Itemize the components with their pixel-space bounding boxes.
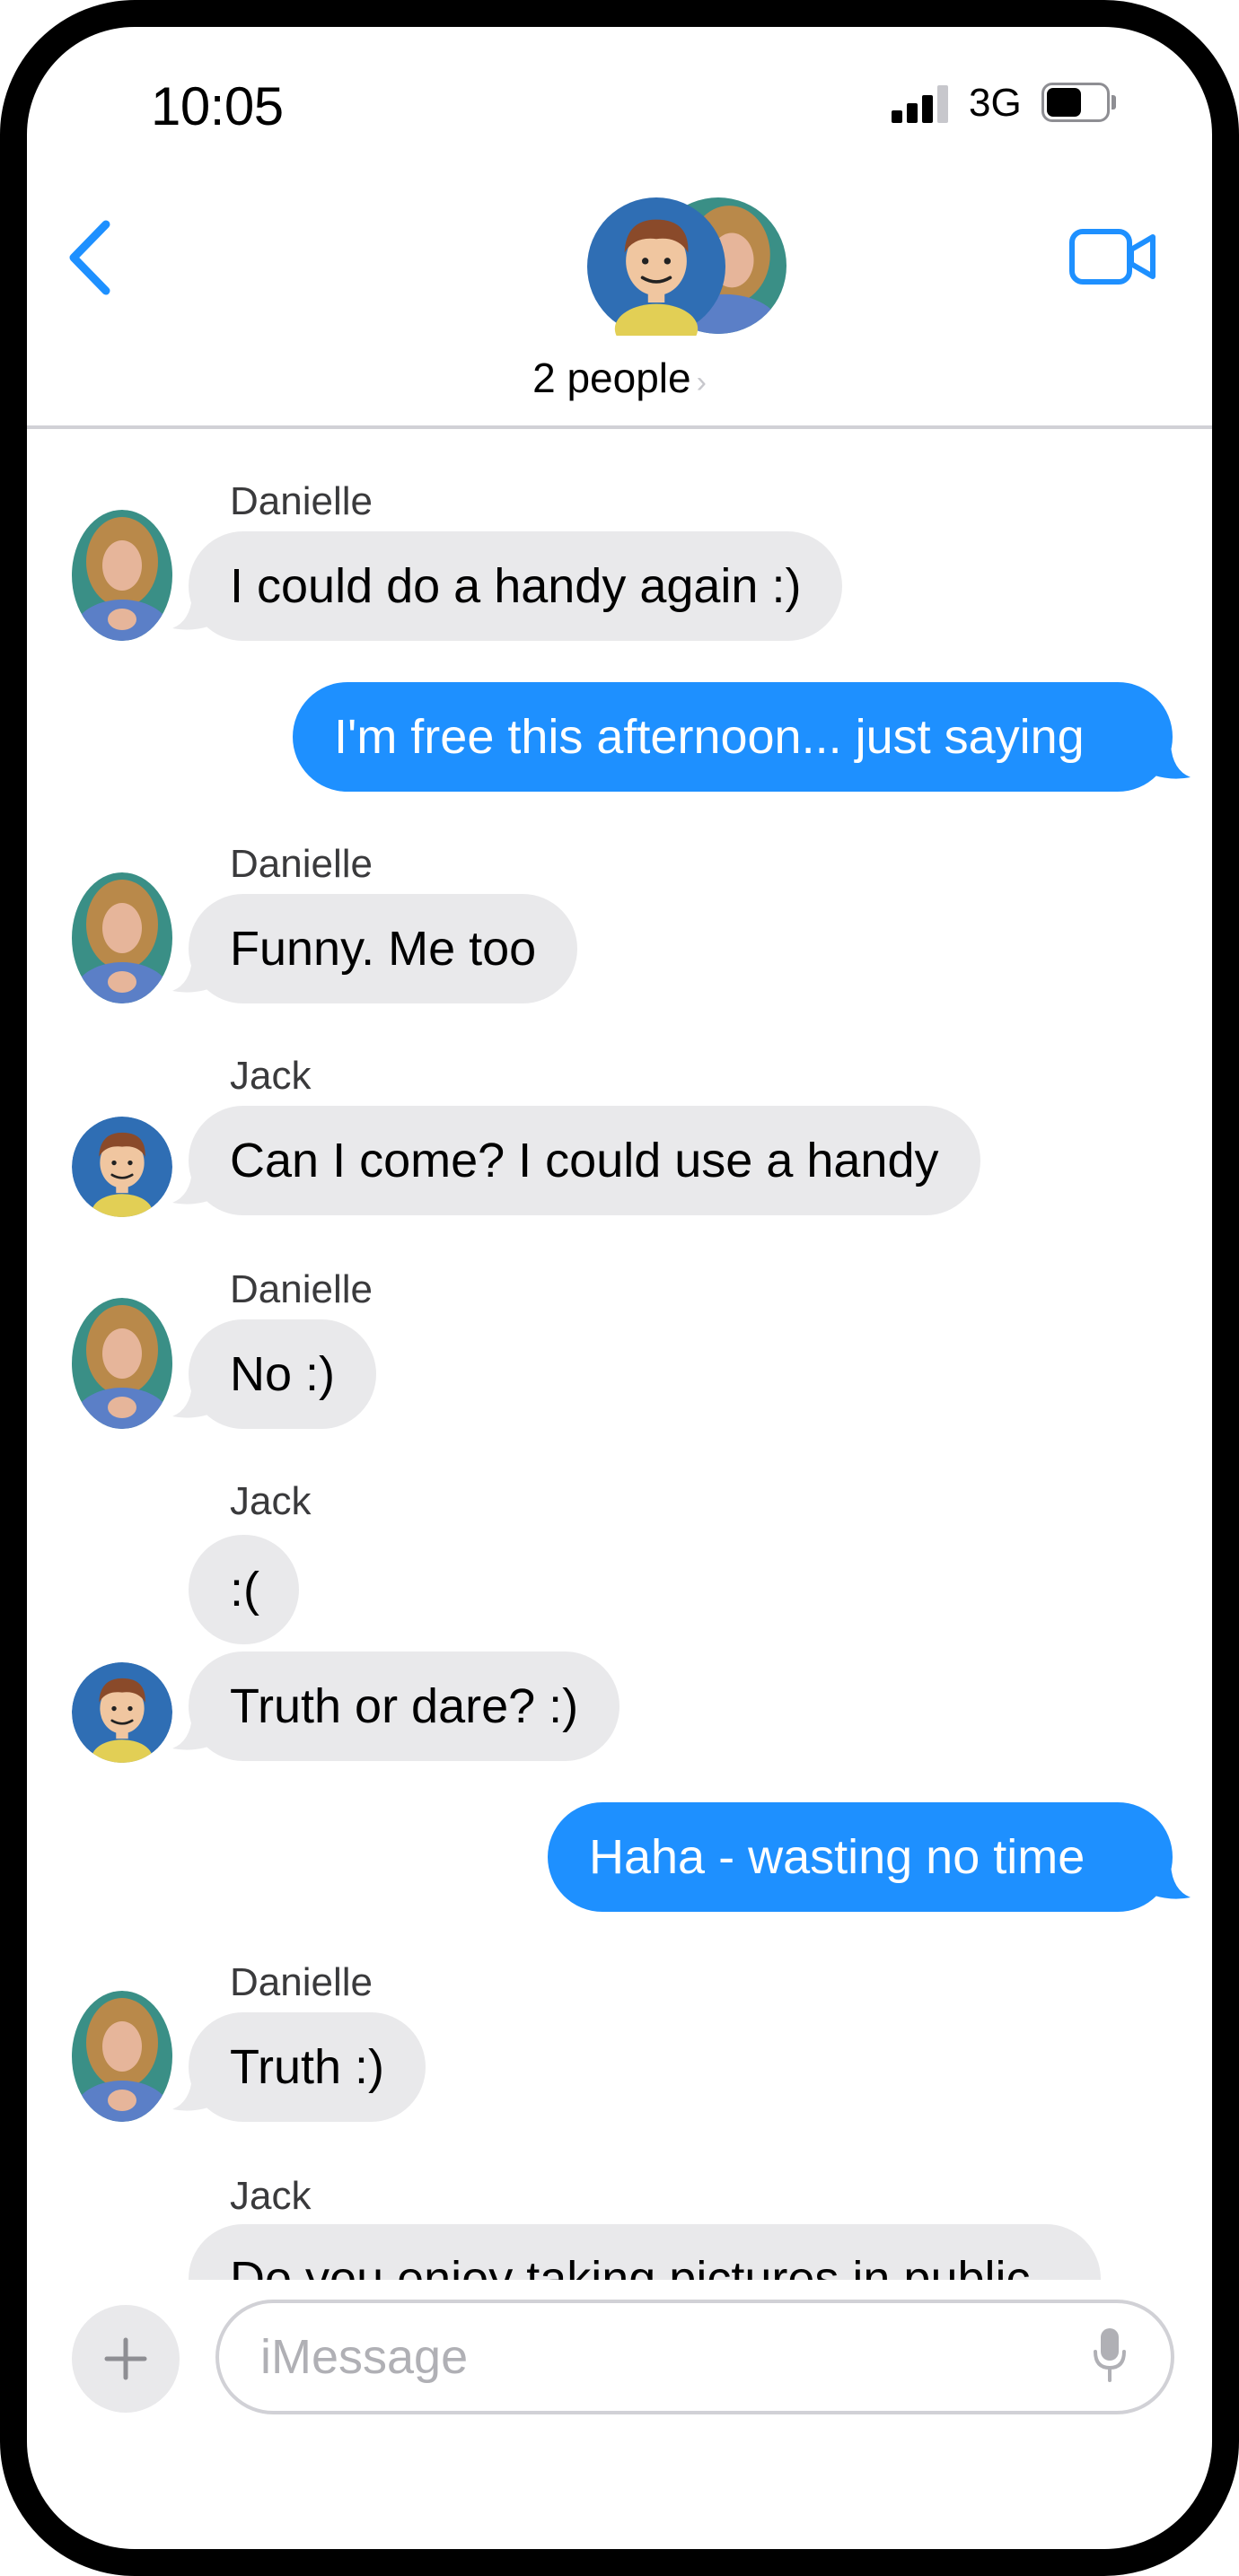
battery-icon [1041, 83, 1117, 122]
sender-name: Danielle [230, 842, 373, 886]
message-bubble[interactable]: :( [189, 1535, 299, 1644]
message-list[interactable]: Danielle I could do a handy again :) I'm… [27, 429, 1212, 2280]
danielle-avatar [72, 1991, 172, 2122]
compose-bar [27, 2280, 1212, 2441]
video-call-button[interactable] [1068, 226, 1158, 289]
group-info-button[interactable]: 2 people › [521, 354, 718, 402]
danielle-avatar [72, 510, 172, 641]
message-bubble[interactable]: Can I come? I could use a handy [189, 1106, 980, 1215]
apps-button[interactable] [72, 2305, 180, 2413]
message-bubble[interactable]: Truth :) [189, 2012, 426, 2122]
danielle-avatar [72, 1298, 172, 1429]
video-camera-icon [1069, 229, 1156, 285]
plus-icon [104, 2337, 147, 2380]
sender-name: Danielle [230, 1267, 373, 1311]
message-bubble[interactable]: I'm free this afternoon... just saying [293, 682, 1173, 792]
back-button[interactable] [65, 217, 119, 298]
status-time: 10:05 [151, 76, 284, 136]
message-bubble[interactable]: Funny. Me too [189, 894, 578, 1003]
message-bubble[interactable]: No :) [189, 1319, 377, 1429]
network-type: 3G [969, 81, 1022, 125]
group-avatar[interactable] [587, 196, 786, 339]
chevron-left-icon [69, 220, 110, 295]
sender-name: Danielle [230, 1960, 373, 2004]
jack-avatar [72, 1662, 172, 1763]
jack-avatar [587, 197, 725, 336]
message-input[interactable] [215, 2300, 1174, 2414]
danielle-avatar [72, 872, 172, 1003]
message-bubble[interactable]: Do you enjoy taking pictures in public [189, 2224, 1101, 2280]
microphone-icon[interactable] [1092, 2326, 1128, 2384]
message-bubble[interactable]: I could do a handy again :) [189, 531, 843, 641]
sender-name: Jack [230, 2174, 312, 2218]
sender-name: Danielle [230, 479, 373, 523]
message-bubble[interactable]: Truth or dare? :) [189, 1652, 620, 1761]
chevron-right-icon: › [696, 365, 707, 399]
signal-strength-icon [892, 85, 951, 123]
jack-avatar [72, 1117, 172, 1217]
sender-name: Jack [230, 1054, 312, 1098]
people-count-label: 2 people [532, 355, 691, 401]
message-bubble[interactable]: Haha - wasting no time [548, 1802, 1173, 1912]
phone-screen: 10:05 3G 2 people › Danielle I could do … [0, 0, 1239, 2576]
sender-name: Jack [230, 1479, 312, 1523]
